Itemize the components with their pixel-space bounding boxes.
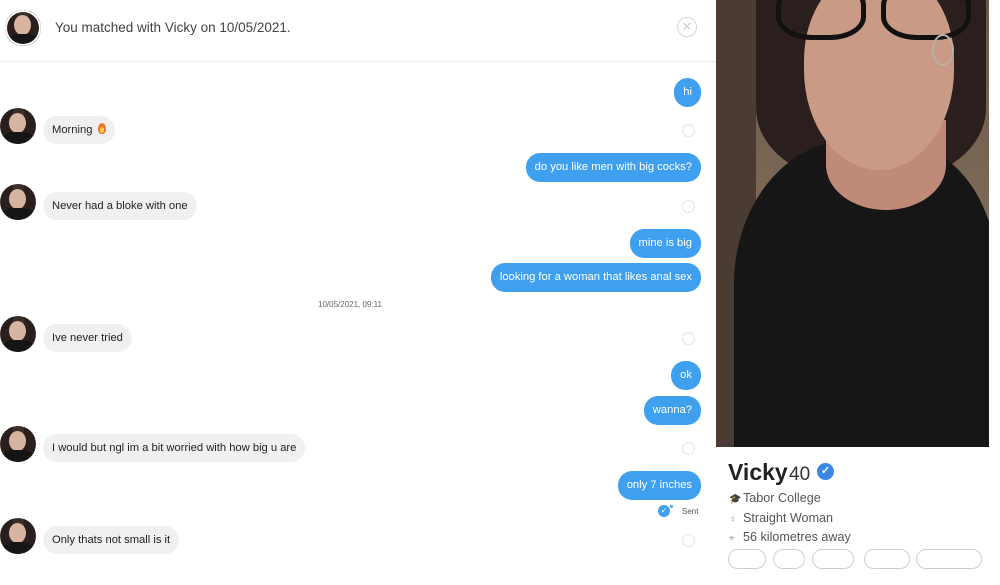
profile-photo[interactable] bbox=[716, 0, 989, 447]
message-incoming[interactable]: Ive never tried bbox=[43, 324, 132, 352]
profile-orientation: ♀ Straight Woman bbox=[729, 511, 833, 525]
interest-pill[interactable] bbox=[864, 549, 910, 569]
message-outgoing[interactable]: looking for a woman that likes anal sex bbox=[490, 263, 701, 292]
message-incoming[interactable]: I would but ngl im a bit worried with ho… bbox=[43, 434, 306, 462]
match-header: You matched with Vicky on 10/05/2021. ✕ bbox=[0, 0, 716, 62]
message-avatar[interactable] bbox=[0, 108, 36, 144]
match-info-text: You matched with Vicky on 10/05/2021. bbox=[55, 20, 291, 35]
like-heart-icon[interactable] bbox=[682, 332, 695, 345]
message-outgoing[interactable]: ok bbox=[671, 361, 701, 390]
flame-icon bbox=[97, 123, 106, 134]
person-icon: ♀ bbox=[729, 514, 737, 525]
graduation-cap-icon: 🎓 bbox=[729, 494, 742, 505]
message-outgoing[interactable]: mine is big bbox=[629, 229, 701, 258]
close-icon[interactable]: ✕ bbox=[677, 17, 697, 37]
profile-distance: ⌖ 56 kilometres away bbox=[729, 530, 851, 544]
profile-panel: Vicky 40 ✓ 🎓 Tabor College ♀ Straight Woma… bbox=[716, 0, 1000, 585]
distance-text: 56 kilometres away bbox=[743, 530, 851, 544]
message-avatar[interactable] bbox=[0, 184, 36, 220]
message-incoming[interactable]: Morning bbox=[43, 116, 115, 144]
sent-check-icon: ✓ bbox=[658, 505, 670, 517]
message-outgoing[interactable]: only 7 inches bbox=[617, 471, 701, 500]
message-outgoing[interactable]: hi bbox=[674, 78, 701, 107]
interest-pill[interactable] bbox=[916, 549, 982, 569]
message-outgoing[interactable]: wanna? bbox=[643, 396, 701, 425]
profile-age: 40 bbox=[789, 464, 811, 485]
orientation-text: Straight Woman bbox=[743, 511, 834, 525]
interest-pill[interactable] bbox=[812, 549, 854, 569]
school-text: Tabor College bbox=[743, 491, 821, 505]
like-heart-icon[interactable] bbox=[682, 534, 695, 547]
message-avatar[interactable] bbox=[0, 426, 36, 462]
verified-badge-icon: ✓ bbox=[817, 463, 834, 480]
like-heart-icon[interactable] bbox=[682, 200, 695, 213]
sent-dot bbox=[670, 505, 673, 508]
sent-status: Sent bbox=[682, 507, 699, 516]
message-text: Morning bbox=[52, 124, 93, 136]
like-heart-icon[interactable] bbox=[682, 442, 695, 455]
message-incoming[interactable]: Never had a bloke with one bbox=[43, 192, 197, 220]
interest-pill[interactable] bbox=[728, 549, 766, 569]
message-incoming[interactable]: Only thats not small is it bbox=[43, 526, 180, 554]
like-heart-icon[interactable] bbox=[682, 124, 695, 137]
chat-panel: You matched with Vicky on 10/05/2021. ✕ … bbox=[0, 0, 716, 585]
message-outgoing[interactable]: do you like men with big cocks? bbox=[525, 153, 701, 182]
message-avatar[interactable] bbox=[0, 316, 36, 352]
profile-school: 🎓 Tabor College bbox=[729, 491, 821, 505]
message-timestamp: 10/05/2021, 09:11 bbox=[318, 300, 382, 309]
profile-name: Vicky bbox=[728, 459, 788, 485]
interest-pill[interactable] bbox=[773, 549, 805, 569]
message-avatar[interactable] bbox=[0, 518, 36, 554]
location-pin-icon: ⌖ bbox=[729, 533, 735, 544]
match-avatar[interactable] bbox=[5, 10, 41, 46]
